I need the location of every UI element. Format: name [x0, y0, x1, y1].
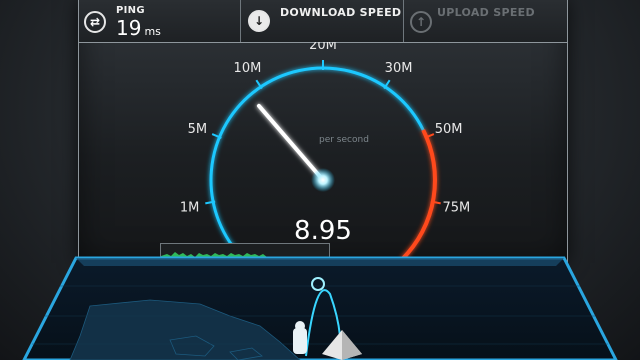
ping-label: PING [116, 5, 145, 16]
gauge-arc-danger [400, 129, 437, 261]
gauge-tick-label: 50M [435, 122, 463, 137]
gauge-tick-label: 75M [443, 201, 471, 216]
ping-readout: 19 ms [116, 16, 161, 40]
tab-upload-speed[interactable]: ↑ UPLOAD SPEED [404, 0, 567, 42]
server-map [22, 256, 618, 360]
gauge-tick-label: 1M [180, 201, 200, 216]
gauge-needle [256, 103, 325, 182]
gauge-tick-label: 20M [309, 42, 337, 53]
user-icon [293, 321, 307, 354]
gauge-tick-label: 10M [234, 61, 262, 76]
download-speed-label: DOWNLOAD SPEED [280, 6, 402, 19]
gauge-tick-label: 5M [188, 122, 208, 137]
unit-caption: per second [319, 135, 369, 145]
ping-value: 19 [116, 16, 142, 40]
upload-speed-label: UPLOAD SPEED [437, 6, 535, 19]
test-tabs: ⇄ PING 19 ms ↓ DOWNLOAD SPEED ↑ UPLOAD SP… [79, 0, 567, 43]
download-arrow-icon: ↓ [248, 10, 270, 32]
gauge-tick-label: 30M [385, 61, 413, 76]
speed-reading: 8.95 [294, 216, 352, 246]
ping-unit: ms [144, 25, 161, 38]
gauge-hub [311, 168, 335, 192]
speed-gauge: 01M5M10M20M30M50M75M100M per second 8.95 [180, 42, 471, 262]
upload-arrow-icon: ↑ [410, 11, 432, 33]
tab-ping[interactable]: ⇄ PING 19 ms [79, 0, 241, 42]
tab-download-speed[interactable]: ↓ DOWNLOAD SPEED [241, 0, 404, 42]
ping-arrows-icon: ⇄ [84, 11, 106, 33]
speedtest-panel: ⇄ PING 19 ms ↓ DOWNLOAD SPEED ↑ UPLOAD SP… [78, 0, 568, 263]
